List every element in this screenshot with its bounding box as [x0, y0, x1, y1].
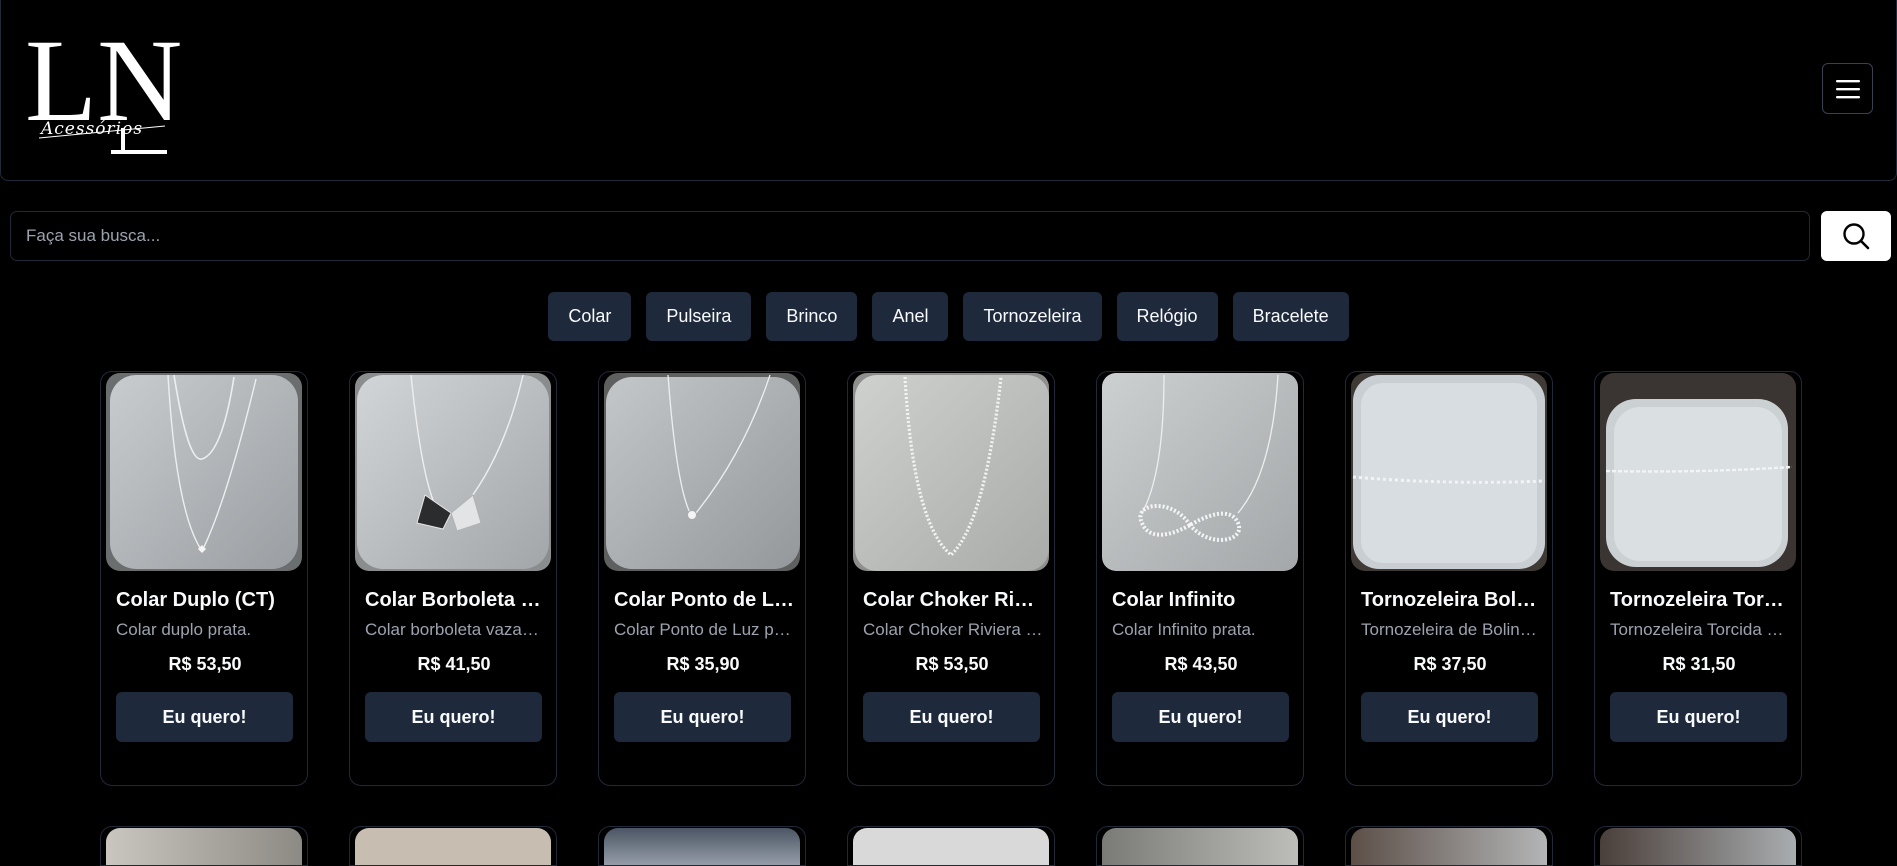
category-filter-bar: Colar Pulseira Brinco Anel Tornozeleira …	[0, 292, 1897, 341]
product-description: Tornozeleira de Bolinhas prata.	[1361, 620, 1541, 639]
product-name: Colar Duplo (CT)	[116, 589, 275, 611]
product-image[interactable]	[1102, 828, 1298, 865]
product-name: Tornozeleira Bolinhas	[1361, 589, 1541, 611]
product-description: Tornozeleira Torcida prata.	[1610, 620, 1790, 639]
product-price: R$ 35,90	[666, 654, 740, 674]
product-image[interactable]	[1600, 373, 1796, 571]
product-price: R$ 37,50	[1413, 654, 1487, 674]
category-tornozeleira-button[interactable]: Tornozeleira	[963, 292, 1102, 341]
buy-button[interactable]: Eu quero!	[116, 692, 293, 742]
buy-button[interactable]: Eu quero!	[614, 692, 791, 742]
search-bar	[10, 211, 1891, 262]
product-card[interactable]	[349, 826, 557, 866]
product-image[interactable]	[604, 828, 800, 865]
product-price: R$ 53,50	[915, 654, 989, 674]
product-description: Colar Ponto de Luz prata.	[614, 620, 794, 639]
product-card[interactable]	[1594, 826, 1802, 866]
product-price: R$ 31,50	[1662, 654, 1736, 674]
category-anel-button[interactable]: Anel	[872, 292, 949, 341]
category-relogio-button[interactable]: Relógio	[1116, 292, 1218, 341]
product-image[interactable]	[106, 373, 302, 571]
product-image[interactable]	[1351, 373, 1547, 571]
product-image[interactable]	[1351, 828, 1547, 865]
product-description: Colar Choker Riviera prata.	[863, 620, 1043, 639]
product-price: R$ 53,50	[168, 654, 242, 674]
product-description: Colar borboleta vazada prata.	[365, 620, 545, 639]
product-name: Tornozeleira Torcida	[1610, 589, 1790, 611]
product-card[interactable]: Colar Choker Riviera Colar Choker Rivier…	[847, 371, 1055, 786]
category-brinco-button[interactable]: Brinco	[766, 292, 858, 341]
site-header: LN Acessórios	[0, 0, 1897, 181]
search-input[interactable]	[10, 211, 1810, 261]
buy-button[interactable]: Eu quero!	[1361, 692, 1538, 742]
product-grid-next-row	[100, 826, 1802, 866]
product-price: R$ 43,50	[1164, 654, 1238, 674]
product-card[interactable]: Colar Duplo (CT) Colar duplo prata. R$ 5…	[100, 371, 308, 786]
product-card[interactable]: Tornozeleira Torcida Tornozeleira Torcid…	[1594, 371, 1802, 786]
product-card[interactable]	[1345, 826, 1553, 866]
category-bracelete-button[interactable]: Bracelete	[1232, 292, 1349, 341]
product-card[interactable]	[598, 826, 806, 866]
search-icon	[1843, 223, 1870, 250]
product-image[interactable]	[355, 373, 551, 571]
category-pulseira-button[interactable]: Pulseira	[646, 292, 752, 341]
product-image[interactable]	[1600, 828, 1796, 865]
product-card[interactable]	[847, 826, 1055, 866]
search-button[interactable]	[1821, 211, 1891, 261]
product-card[interactable]	[1096, 826, 1304, 866]
product-name: Colar Choker Riviera	[863, 589, 1043, 611]
product-image[interactable]	[106, 828, 302, 865]
product-card[interactable]: Colar Ponto de Luz Colar Ponto de Luz pr…	[598, 371, 806, 786]
svg-text:Acessórios: Acessórios	[39, 119, 143, 139]
product-name: Colar Infinito	[1112, 589, 1236, 611]
product-card[interactable]: Colar Infinito Colar Infinito prata. R$ …	[1096, 371, 1304, 786]
hamburger-menu-button[interactable]	[1822, 63, 1873, 114]
product-image[interactable]	[853, 828, 1049, 865]
product-image[interactable]	[1102, 373, 1298, 571]
product-name: Colar Borboleta Vazada	[365, 589, 545, 611]
buy-button[interactable]: Eu quero!	[1112, 692, 1289, 742]
product-image[interactable]	[853, 373, 1049, 571]
product-image[interactable]	[604, 373, 800, 571]
product-card[interactable]: Tornozeleira Bolinhas Tornozeleira de Bo…	[1345, 371, 1553, 786]
category-colar-button[interactable]: Colar	[548, 292, 632, 341]
buy-button[interactable]: Eu quero!	[863, 692, 1040, 742]
product-description: Colar Infinito prata.	[1112, 620, 1256, 639]
buy-button[interactable]: Eu quero!	[1610, 692, 1787, 742]
product-card[interactable]	[100, 826, 308, 866]
hamburger-icon	[1835, 79, 1860, 98]
product-grid: Colar Duplo (CT) Colar duplo prata. R$ 5…	[100, 371, 1802, 786]
product-card[interactable]: Colar Borboleta Vazada Colar borboleta v…	[349, 371, 557, 786]
product-image[interactable]	[355, 828, 551, 865]
product-price: R$ 41,50	[417, 654, 491, 674]
product-name: Colar Ponto de Luz	[614, 589, 794, 611]
brand-logo[interactable]: LN Acessórios	[25, 15, 193, 158]
product-description: Colar duplo prata.	[116, 620, 252, 639]
buy-button[interactable]: Eu quero!	[365, 692, 542, 742]
